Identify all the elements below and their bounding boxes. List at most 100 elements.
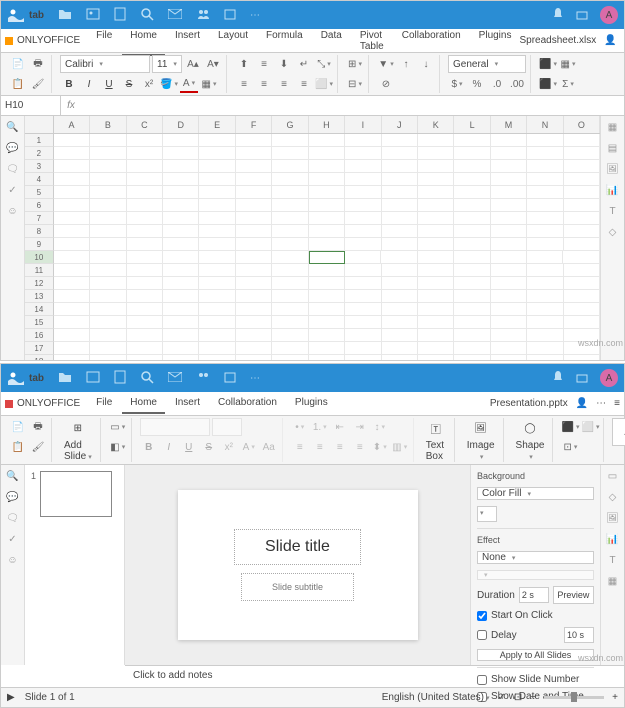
cell[interactable] bbox=[527, 147, 563, 160]
cell[interactable] bbox=[345, 173, 381, 186]
cell[interactable] bbox=[345, 290, 381, 303]
cell[interactable] bbox=[127, 199, 163, 212]
cell[interactable] bbox=[163, 303, 199, 316]
col-header[interactable]: A bbox=[54, 116, 90, 133]
cell[interactable] bbox=[272, 264, 308, 277]
cell[interactable] bbox=[236, 342, 272, 355]
text-settings-icon[interactable]: T bbox=[609, 206, 615, 217]
cell[interactable] bbox=[272, 212, 308, 225]
bg-color-swatch[interactable] bbox=[477, 506, 497, 522]
fill-color-icon[interactable]: 🪣 bbox=[160, 75, 178, 93]
cell[interactable] bbox=[309, 277, 345, 290]
autosum-icon[interactable]: Σ bbox=[559, 75, 577, 93]
row-header[interactable]: 4 bbox=[25, 173, 54, 186]
cell[interactable] bbox=[272, 225, 308, 238]
cell[interactable] bbox=[564, 238, 600, 251]
avatar[interactable]: A bbox=[600, 369, 618, 387]
bell-icon[interactable] bbox=[552, 370, 564, 387]
cell[interactable] bbox=[272, 277, 308, 290]
cell[interactable] bbox=[309, 225, 345, 238]
cell[interactable] bbox=[454, 303, 490, 316]
cell[interactable] bbox=[54, 160, 90, 173]
cell[interactable] bbox=[382, 147, 418, 160]
cell[interactable] bbox=[527, 199, 563, 212]
cell[interactable] bbox=[272, 251, 308, 264]
cell[interactable] bbox=[454, 173, 490, 186]
comments-tool-icon[interactable]: 💬 bbox=[6, 143, 18, 154]
cell[interactable] bbox=[163, 160, 199, 173]
textbox-button[interactable]: 🅃Text Box bbox=[422, 418, 450, 462]
col-header[interactable]: N bbox=[527, 116, 563, 133]
cell[interactable] bbox=[418, 290, 454, 303]
col-header[interactable]: O bbox=[564, 116, 600, 133]
cell[interactable] bbox=[491, 199, 527, 212]
cell[interactable] bbox=[236, 173, 272, 186]
cell[interactable] bbox=[454, 238, 490, 251]
cell[interactable] bbox=[163, 342, 199, 355]
cell[interactable] bbox=[90, 303, 126, 316]
col-header[interactable]: B bbox=[90, 116, 126, 133]
cell[interactable] bbox=[527, 342, 563, 355]
col-header[interactable]: H bbox=[309, 116, 345, 133]
cell[interactable] bbox=[382, 186, 418, 199]
cell[interactable] bbox=[491, 160, 527, 173]
cell[interactable] bbox=[382, 238, 418, 251]
cell[interactable] bbox=[127, 290, 163, 303]
cell[interactable] bbox=[199, 134, 235, 147]
cell[interactable] bbox=[90, 251, 126, 264]
cell[interactable] bbox=[382, 160, 418, 173]
text-settings-icon[interactable]: T bbox=[609, 555, 615, 566]
col-header[interactable]: L bbox=[454, 116, 490, 133]
arrange-icon[interactable]: ⬛ bbox=[561, 418, 579, 436]
cell[interactable] bbox=[90, 212, 126, 225]
menu-collaboration[interactable]: Collaboration bbox=[394, 26, 469, 56]
clear-filter-icon[interactable]: ⊘ bbox=[377, 75, 395, 93]
percent-icon[interactable]: % bbox=[468, 75, 486, 93]
cell[interactable] bbox=[163, 173, 199, 186]
menu-plugins[interactable]: Plugins bbox=[471, 26, 520, 56]
cell[interactable] bbox=[309, 238, 345, 251]
cell-settings-icon[interactable]: ▦ bbox=[608, 122, 617, 133]
cell[interactable] bbox=[491, 316, 527, 329]
cell[interactable] bbox=[527, 303, 563, 316]
preview-button[interactable]: Preview bbox=[553, 586, 594, 604]
people-icon[interactable] bbox=[196, 8, 210, 23]
row-header[interactable]: 14 bbox=[25, 303, 54, 316]
cell[interactable] bbox=[454, 160, 490, 173]
cell[interactable] bbox=[454, 251, 490, 264]
layout-icon[interactable]: ▭ bbox=[109, 418, 127, 436]
cell[interactable] bbox=[454, 290, 490, 303]
cell[interactable] bbox=[90, 160, 126, 173]
cell[interactable] bbox=[236, 147, 272, 160]
cell[interactable] bbox=[54, 199, 90, 212]
col-header[interactable]: C bbox=[127, 116, 163, 133]
cell[interactable] bbox=[90, 173, 126, 186]
chat-tool-icon[interactable]: 🗨 bbox=[6, 164, 19, 175]
row-header[interactable]: 12 bbox=[25, 277, 54, 290]
cell[interactable] bbox=[454, 186, 490, 199]
cell[interactable] bbox=[90, 238, 126, 251]
cell[interactable] bbox=[54, 225, 90, 238]
cell[interactable] bbox=[345, 264, 381, 277]
sort-asc-icon[interactable]: ↑ bbox=[397, 55, 415, 73]
bold-icon[interactable]: B bbox=[60, 75, 78, 93]
cell[interactable] bbox=[236, 251, 272, 264]
cell[interactable] bbox=[491, 147, 527, 160]
cell[interactable] bbox=[199, 173, 235, 186]
cell[interactable] bbox=[309, 160, 345, 173]
cell[interactable] bbox=[54, 212, 90, 225]
cell[interactable] bbox=[382, 277, 418, 290]
row-header[interactable]: 2 bbox=[25, 147, 54, 160]
cell[interactable] bbox=[163, 134, 199, 147]
cell[interactable] bbox=[491, 134, 527, 147]
image-icon[interactable] bbox=[86, 371, 100, 386]
avatar[interactable]: A bbox=[600, 6, 618, 24]
hamburger-icon[interactable]: ≡ bbox=[614, 398, 620, 409]
search-icon[interactable] bbox=[140, 370, 154, 387]
cell[interactable] bbox=[564, 186, 600, 199]
cell[interactable] bbox=[418, 329, 454, 342]
cell[interactable] bbox=[491, 212, 527, 225]
feedback-icon[interactable]: ☺ bbox=[7, 555, 17, 566]
cell[interactable] bbox=[272, 316, 308, 329]
cell[interactable] bbox=[127, 264, 163, 277]
